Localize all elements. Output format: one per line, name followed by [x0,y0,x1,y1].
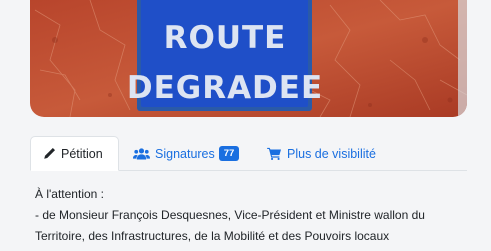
users-icon [133,148,150,160]
petition-tabs: Pétition Signatures 77 Plus de visibilit… [30,136,467,171]
tab-signatures[interactable]: Signatures 77 [133,136,240,171]
tab-petition[interactable]: Pétition [30,136,119,171]
sign-text-line2: DEGRADEE [127,70,323,106]
tab-visibility-label: Plus de visibilité [287,146,376,161]
body-line: Territoire, des Infrastructures, de la M… [35,229,390,243]
road-sign-photo: ROUTE DEGRADEE [30,0,467,117]
cart-icon [267,147,281,160]
petition-body: À l'attention : - de Monsieur François D… [35,184,485,247]
pencil-icon [44,147,56,159]
signature-count-badge: 77 [218,146,240,161]
sign-text-line1: ROUTE [164,20,287,56]
tab-visibility[interactable]: Plus de visibilité [267,136,376,171]
body-line: - de Monsieur François Desquesnes, Vice-… [35,208,425,222]
tab-petition-label: Pétition [61,146,103,161]
tab-signatures-label: Signatures [155,146,215,161]
petition-page: ROUTE DEGRADEE Pétition Signatures 77 Pl… [0,0,491,251]
hero-image: ROUTE DEGRADEE [30,0,467,117]
body-line: À l'attention : [35,187,104,201]
